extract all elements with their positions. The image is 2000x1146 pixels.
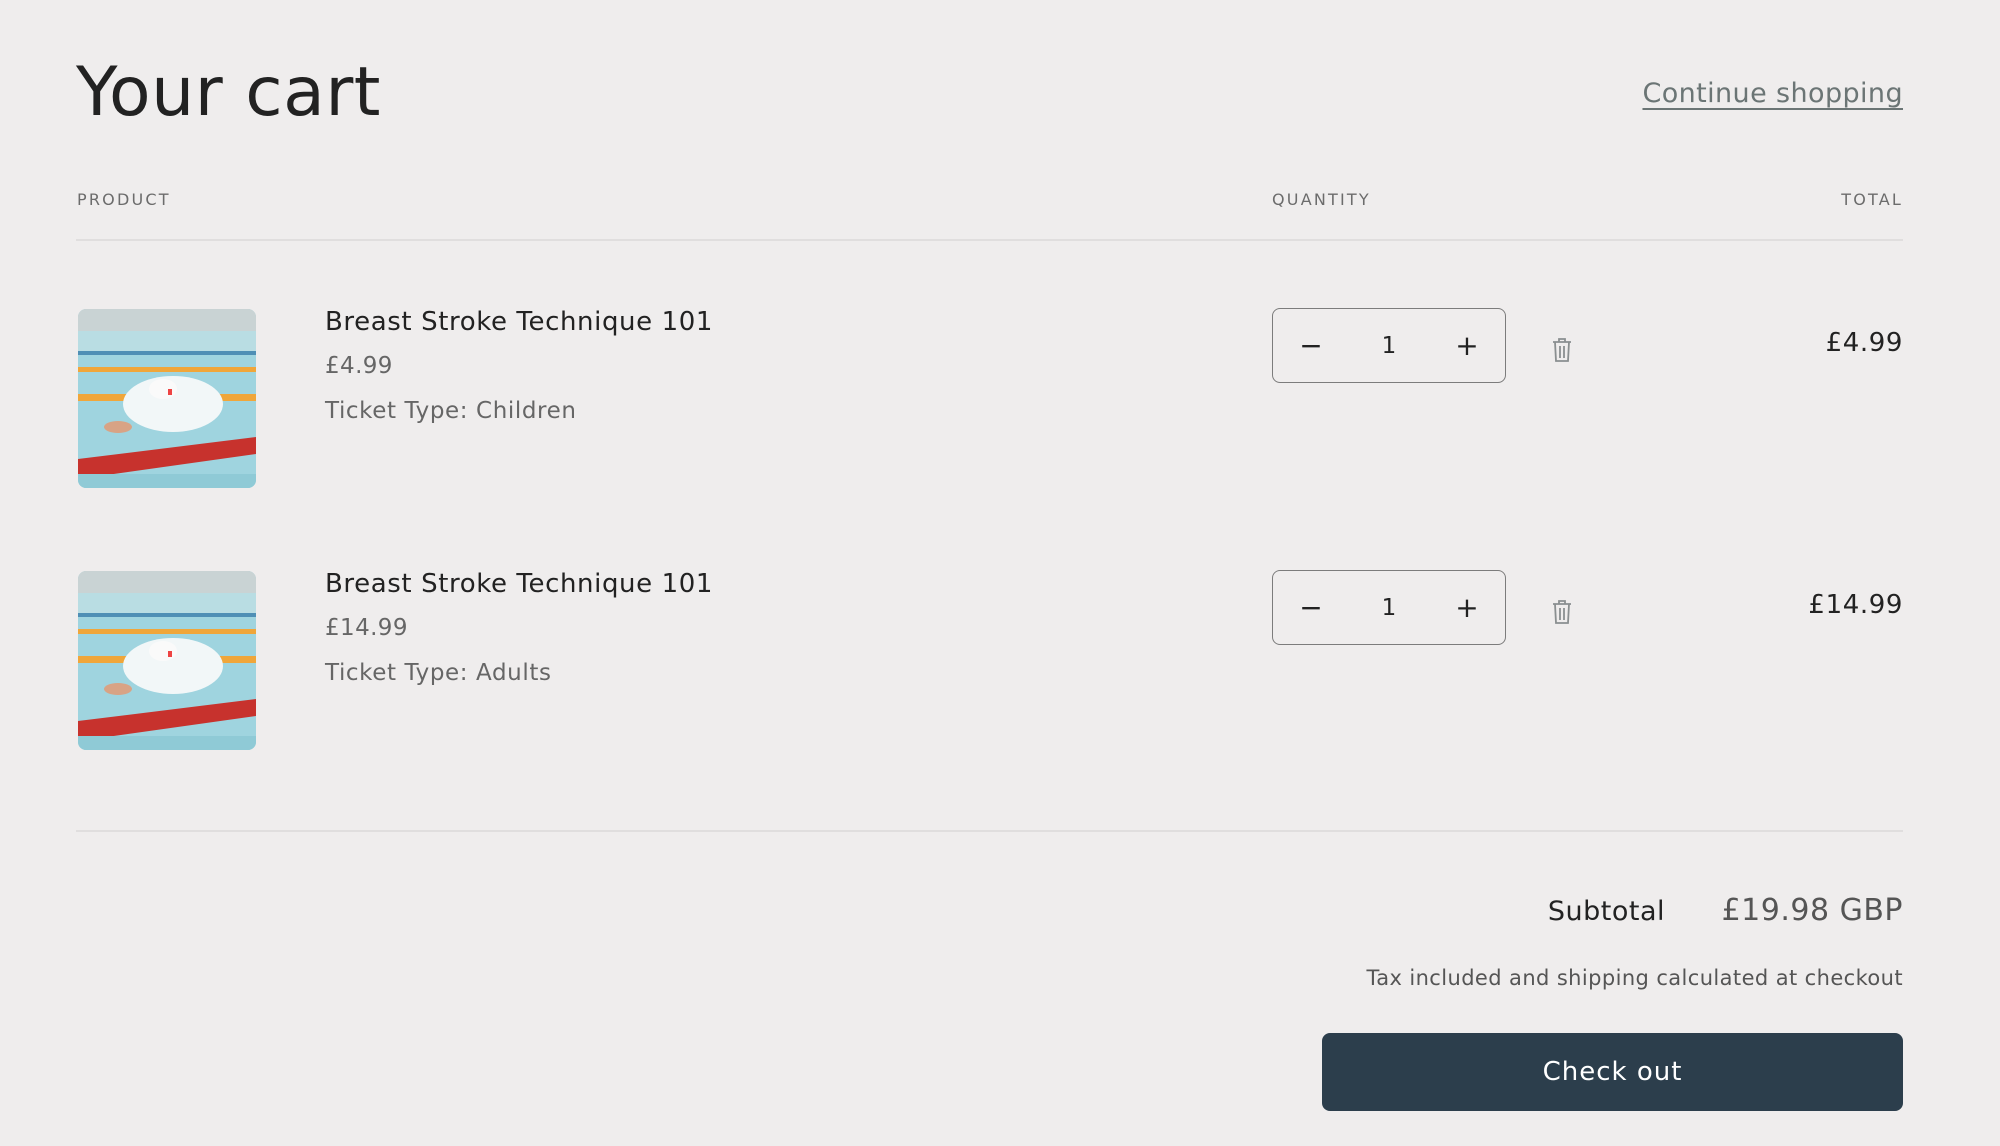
checkout-button[interactable]: Check out <box>1322 1033 1903 1111</box>
quantity-stepper: − + <box>1272 570 1506 645</box>
line-total: £14.99 <box>1808 590 1903 620</box>
remove-item-button[interactable] <box>1550 337 1574 363</box>
quantity-input[interactable] <box>1352 593 1426 622</box>
product-option: Ticket Type: Adults <box>325 660 552 686</box>
quantity-input[interactable] <box>1352 331 1426 360</box>
trash-icon <box>1553 600 1571 624</box>
subtotal-label: Subtotal <box>1547 896 1665 927</box>
column-header-product: PRODUCT <box>77 190 171 209</box>
product-name[interactable]: Breast Stroke Technique 101 <box>325 569 713 599</box>
header-divider <box>76 239 1903 241</box>
page-title: Your cart <box>76 53 381 132</box>
product-image[interactable] <box>78 571 256 750</box>
column-header-total: TOTAL <box>1841 190 1903 209</box>
quantity-stepper: − + <box>1272 308 1506 383</box>
subtotal-value: £19.98 GBP <box>1721 893 1903 928</box>
product-name[interactable]: Breast Stroke Technique 101 <box>325 307 713 337</box>
continue-shopping-link[interactable]: Continue shopping <box>1642 78 1903 109</box>
trash-icon <box>1553 338 1571 362</box>
remove-item-button[interactable] <box>1550 599 1574 625</box>
product-image[interactable] <box>78 309 256 488</box>
tax-note: Tax included and shipping calculated at … <box>1366 966 1903 990</box>
increase-quantity-button[interactable]: + <box>1429 309 1505 382</box>
product-option: Ticket Type: Children <box>325 398 577 424</box>
product-price: £4.99 <box>325 353 393 379</box>
footer-divider <box>76 830 1903 832</box>
decrease-quantity-button[interactable]: − <box>1273 571 1349 644</box>
column-header-quantity: QUANTITY <box>1272 190 1371 209</box>
decrease-quantity-button[interactable]: − <box>1273 309 1349 382</box>
swimmer-photo-icon <box>78 309 256 488</box>
swimmer-photo-icon <box>78 571 256 750</box>
increase-quantity-button[interactable]: + <box>1429 571 1505 644</box>
product-price: £14.99 <box>325 615 408 641</box>
line-total: £4.99 <box>1825 328 1903 358</box>
